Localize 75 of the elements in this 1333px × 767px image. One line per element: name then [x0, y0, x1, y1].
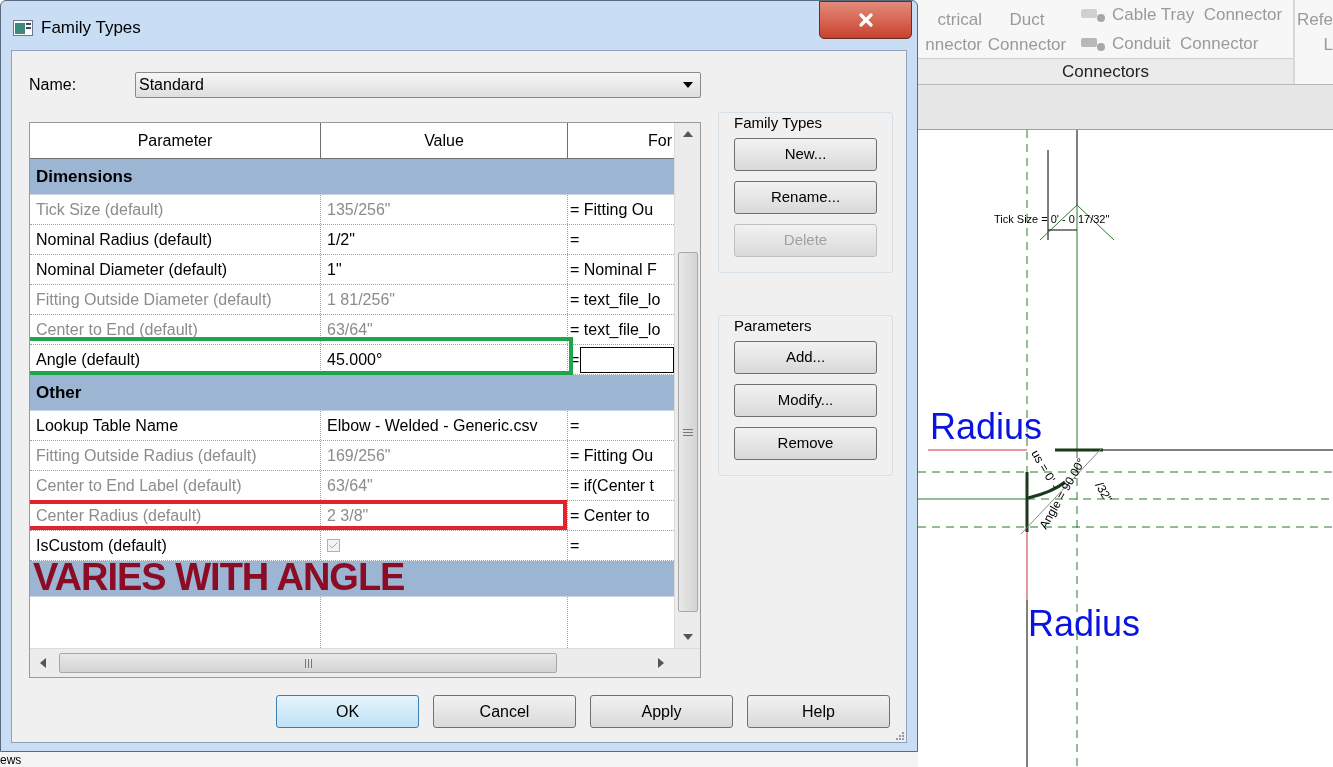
column-header[interactable]: Parameter	[30, 123, 321, 158]
annotation-text: VARIES WITH ANGLE	[33, 558, 405, 595]
dialog-button[interactable]: Apply	[590, 695, 733, 728]
dropdown-value: Standard	[139, 75, 204, 95]
dialog-button[interactable]: Rename...	[734, 181, 877, 214]
parameter-name: Fitting Outside Diameter (default)	[36, 289, 272, 310]
window-title: Family Types	[41, 17, 141, 39]
column-header[interactable]: Value	[321, 123, 568, 158]
parameter-name: Center to End Label (default)	[36, 475, 242, 496]
column-header[interactable]: For	[568, 123, 674, 158]
parameter-name: Angle (default)	[36, 349, 141, 370]
horizontal-scrollbar[interactable]	[30, 648, 700, 677]
formula-text: =	[570, 415, 580, 436]
scroll-up-icon	[682, 131, 693, 137]
parameter-name: Tick Size (default)	[36, 199, 164, 220]
scroll-down-icon	[682, 634, 693, 640]
dialog-button[interactable]: OK	[276, 695, 419, 728]
dialog-button[interactable]: Cancel	[433, 695, 576, 728]
name-label: Name:	[29, 75, 78, 95]
formula-input[interactable]	[580, 346, 674, 373]
dimension-label: us = 0' -	[1028, 447, 1062, 492]
parameter-name: Center to End (default)	[36, 319, 198, 340]
scroll-thumb[interactable]	[59, 653, 557, 673]
formula-text: =	[570, 229, 580, 250]
parameter-value: 135/256"	[327, 199, 391, 220]
dialog-button[interactable]: Help	[747, 695, 890, 728]
formula-text: = text_file_lo	[570, 319, 661, 340]
background-text: ews	[0, 752, 22, 767]
scroll-thumb[interactable]	[677, 252, 698, 612]
parameter-value: Elbow - Welded - Generic.csv	[327, 415, 538, 436]
radius-label: Radius	[1028, 603, 1141, 644]
parameter-name: Fitting Outside Radius (default)	[36, 445, 257, 466]
dialog-button[interactable]: Add...	[734, 341, 877, 374]
scroll-left-icon	[40, 658, 46, 668]
formula-text: = Nominal F	[570, 259, 657, 280]
close-button[interactable]	[819, 1, 912, 39]
radius-label: Radius	[930, 406, 1043, 447]
parameter-name: IsCustom (default)	[36, 535, 167, 556]
check-icon	[328, 540, 339, 551]
formula-text: = Fitting Ou	[570, 199, 654, 220]
parameter-name: Nominal Radius (default)	[36, 229, 213, 250]
connector-icon	[1080, 6, 1106, 23]
parameter-name: Nominal Diameter (default)	[36, 259, 228, 280]
parameter-value: 1/2"	[327, 229, 355, 250]
dialog-button[interactable]: Modify...	[734, 384, 877, 417]
formula-text: =	[570, 535, 580, 556]
formula-text: = Fitting Ou	[570, 445, 654, 466]
scroll-right-icon	[658, 658, 664, 668]
resize-grip-icon	[894, 730, 904, 740]
parameter-value: 1"	[327, 259, 342, 280]
dialog-button[interactable]: Remove	[734, 427, 877, 460]
window-icon	[13, 19, 33, 36]
parameter-value: 169/256"	[327, 445, 391, 466]
group-label: Other	[36, 381, 82, 404]
vertical-scrollbar[interactable]	[674, 123, 700, 648]
group-title: Parameters	[734, 317, 813, 335]
parameter-value: 63/64"	[327, 475, 373, 496]
formula-text: = if(Center t	[570, 475, 655, 496]
group-label: Dimensions	[36, 165, 133, 188]
checkbox[interactable]	[327, 539, 340, 552]
name-dropdown[interactable]: Standard	[135, 72, 701, 98]
formula-text: = text_file_lo	[570, 289, 661, 310]
formula-text: = Center to	[570, 505, 650, 526]
panel-label: Connectors	[1062, 60, 1149, 83]
parameter-name: Center Radius (default)	[36, 505, 202, 526]
dimension-label: /32"	[1092, 479, 1115, 505]
parameter-name: Lookup Table Name	[36, 415, 179, 436]
dialog-button[interactable]: New...	[734, 138, 877, 171]
parameter-value: 1 81/256"	[327, 289, 395, 310]
parameter-value: 45.000°	[327, 349, 383, 370]
parameter-value: 63/64"	[327, 319, 373, 340]
group-title: Family Types	[734, 114, 824, 132]
dropdown-caret-icon	[683, 82, 693, 88]
parameter-value: 2 3/8"	[327, 505, 369, 526]
connector-icon	[1080, 35, 1106, 52]
